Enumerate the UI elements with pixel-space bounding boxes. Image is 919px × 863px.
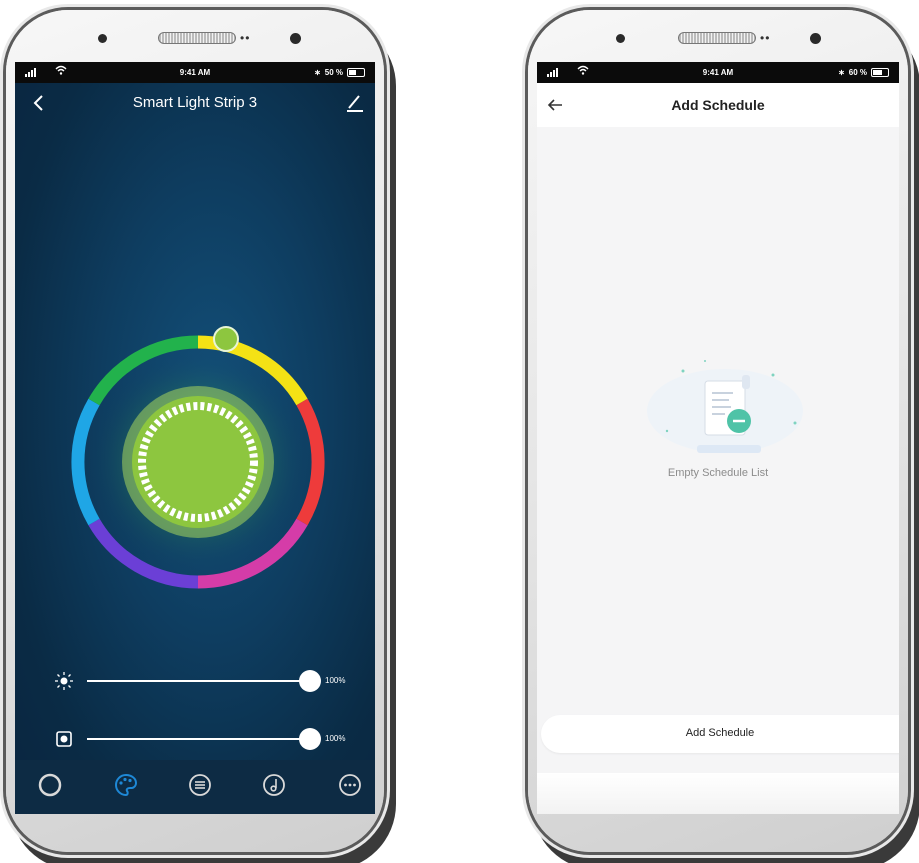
palette-icon[interactable] [113, 772, 139, 798]
phone-right: •• 9:41 AM ∗ 60 % Add Schedule Empty Sch… [528, 10, 908, 852]
add-schedule-screen: Add Schedule Empty Schedule List Add Sch… [537, 83, 899, 814]
brightness-value: 100% [325, 676, 346, 685]
circle-icon[interactable] [37, 772, 63, 798]
battery-icon [347, 68, 365, 77]
top-bezel: •• [6, 10, 384, 70]
light-control-screen: Smart Light Strip 3 100% 100% [15, 83, 375, 814]
earpiece-speaker [678, 32, 756, 44]
list-icon[interactable] [187, 772, 213, 798]
color-wheel[interactable] [69, 333, 327, 591]
color-picker-knob[interactable] [213, 326, 239, 352]
screen: 9:41 AM ∗ 60 % Add Schedule Empty Schedu… [537, 62, 899, 814]
battery-status: ∗ 60 % [838, 68, 889, 77]
saturation-value: 100% [325, 734, 346, 743]
contrast-icon [56, 731, 72, 747]
saturation-slider[interactable]: 100% [49, 724, 369, 754]
battery-status: ∗ 50 % [314, 68, 365, 77]
app-header: Smart Light Strip 3 [15, 83, 375, 123]
more-icon[interactable] [337, 772, 363, 798]
music-icon[interactable] [261, 772, 287, 798]
saturation-track[interactable] [87, 738, 309, 740]
pencil-icon[interactable] [345, 93, 365, 113]
earpiece-speaker [158, 32, 236, 44]
battery-percent: 50 % [324, 68, 343, 77]
battery-percent: 60 % [848, 68, 867, 77]
add-schedule-button[interactable]: Add Schedule [541, 715, 899, 753]
page-title: Add Schedule [671, 97, 765, 113]
battery-icon [871, 68, 889, 77]
sun-icon [55, 672, 73, 690]
empty-document-icon [647, 360, 803, 453]
app-header: Add Schedule [537, 83, 899, 127]
front-camera [616, 34, 625, 43]
bluetooth-icon: ∗ [838, 68, 845, 77]
sensor-dots: •• [760, 31, 771, 45]
saturation-knob[interactable] [299, 728, 321, 750]
phone-left: •• 9:41 AM ∗ 50 % Smart Light Strip 3 10… [6, 10, 384, 852]
bottom-bar-area [537, 773, 899, 814]
top-bezel: •• [528, 10, 908, 70]
status-bar: 9:41 AM ∗ 50 % [15, 62, 375, 83]
brightness-track[interactable] [87, 680, 309, 682]
front-sensor [290, 33, 301, 44]
bottom-tab-bar [15, 760, 375, 814]
brightness-slider[interactable]: 100% [49, 666, 369, 696]
brightness-knob[interactable] [299, 670, 321, 692]
page-title: Smart Light Strip 3 [132, 94, 258, 111]
front-sensor [810, 33, 821, 44]
sensor-dots: •• [240, 31, 251, 45]
add-schedule-button-label: Add Schedule [685, 727, 755, 739]
bluetooth-icon: ∗ [314, 68, 321, 77]
empty-state-text: Empty Schedule List [667, 467, 769, 479]
status-bar: 9:41 AM ∗ 60 % [537, 62, 899, 83]
screen: 9:41 AM ∗ 50 % Smart Light Strip 3 100% … [15, 62, 375, 814]
front-camera [98, 34, 107, 43]
